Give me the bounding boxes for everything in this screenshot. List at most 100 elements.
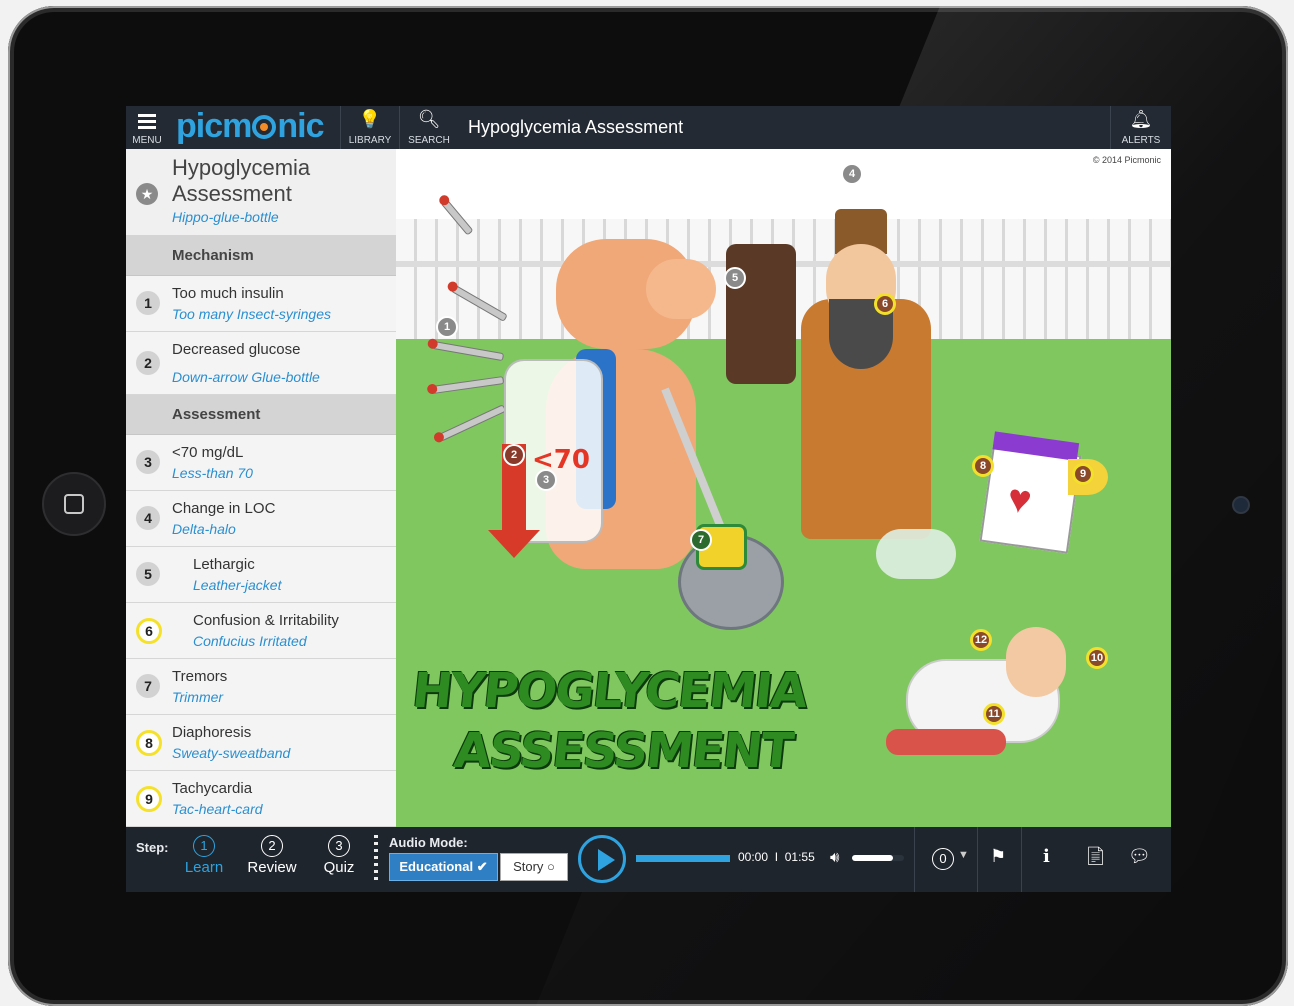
app-screen: MENU picm nic 💡 LIBRARY 🔍︎ SEARCH Hypogly…	[126, 106, 1171, 892]
scene-marker[interactable]: 5	[724, 267, 746, 289]
step-name: Learn	[184, 859, 224, 876]
item-label: Confusion & Irritability	[193, 612, 339, 629]
step-review[interactable]: 2 Review	[244, 835, 300, 876]
item-number: 1	[136, 291, 160, 315]
list-item[interactable]: 1 Too much insulin Too many Insect-syrin…	[126, 276, 396, 332]
scene-marker[interactable]: 9	[1072, 463, 1094, 485]
section-heading-mechanism: Mechanism	[126, 236, 396, 276]
scene-marker[interactable]: 11	[983, 703, 1005, 725]
confucius-illustration	[791, 189, 941, 549]
sidebar-header: ★ Hypoglycemia Assessment Hippo-glue-bot…	[126, 149, 396, 236]
item-label: Lethargic	[193, 556, 255, 573]
item-number: 4	[136, 506, 160, 530]
step-learn[interactable]: 1 Learn	[176, 835, 232, 876]
menu-label: MENU	[132, 135, 162, 146]
search-label: SEARCH	[408, 135, 450, 146]
library-bulb-icon: 💡	[358, 109, 382, 129]
step-number: 2	[261, 835, 283, 857]
sidebar-title: Hypoglycemia Assessment	[172, 155, 311, 206]
educational-mode-label: Educational	[399, 859, 474, 874]
check-circle-icon: ✔︎	[476, 859, 488, 874]
list-item[interactable]: 6 Confusion & Irritability Confucius Irr…	[126, 603, 396, 659]
copyright-text: © 2014 Picmonic	[1092, 155, 1161, 165]
item-mnemonic: Down-arrow Glue-bottle	[172, 369, 320, 385]
alerts-label: ALERTS	[1121, 135, 1161, 146]
step-number: 1	[193, 835, 215, 857]
educational-mode-button[interactable]: Educational ✔︎	[389, 853, 498, 881]
rating-badge[interactable]: 0	[932, 848, 954, 870]
leather-jacket-illustration	[726, 244, 796, 384]
sidebar-subtitle: Hippo-glue-bottle	[172, 209, 279, 225]
list-item[interactable]: 3 <70 mg/dL Less-than 70	[126, 435, 396, 491]
list-item[interactable]: 2 Decreased glucose Down-arrow Glue-bott…	[126, 332, 396, 395]
scene-marker[interactable]: 12	[970, 629, 992, 651]
step-name: Quiz	[323, 859, 355, 876]
story-mode-button[interactable]: Story ○	[500, 853, 568, 881]
item-number: 6	[136, 618, 162, 644]
flag-icon[interactable]: ⚑	[990, 846, 1006, 867]
library-label: LIBRARY	[348, 135, 392, 146]
item-number: 8	[136, 730, 162, 756]
list-item[interactable]: 4 Change in LOC Delta-halo	[126, 491, 396, 547]
search-button[interactable]: 🔍︎ SEARCH	[399, 106, 458, 149]
list-item[interactable]: 8 Diaphoresis Sweaty-sweatband	[126, 715, 396, 771]
scene-marker[interactable]: 3	[535, 469, 557, 491]
scene-marker[interactable]: 2	[503, 444, 525, 466]
item-mnemonic: Trimmer	[172, 689, 224, 705]
item-number: 2	[136, 351, 160, 375]
document-icon[interactable]: 📄︎	[1084, 846, 1107, 867]
story-mode-label: Story	[513, 859, 544, 874]
step-name: Review	[247, 859, 297, 876]
step-quiz[interactable]: 3 Quiz	[311, 835, 367, 876]
play-icon[interactable]	[578, 835, 626, 883]
item-label: Tremors	[172, 668, 228, 685]
step-label: Step:	[136, 840, 169, 855]
home-button[interactable]	[42, 472, 106, 536]
smoke-cloud-illustration	[876, 529, 956, 579]
volume-fill	[852, 855, 893, 861]
favorite-star-icon[interactable]: ★	[136, 183, 158, 205]
bottom-bar: Step: 1 Learn 2 Review 3 Quiz Audio Mode…	[126, 827, 1171, 892]
scene-marker[interactable]: 1	[436, 316, 458, 338]
volume-icon[interactable]: 🔊︎	[830, 849, 839, 866]
time-total: 01:55	[784, 850, 815, 864]
scene-title-art: HYPOGLYCEMIA ASSESSMENT	[400, 661, 813, 781]
page-title: Hypoglycemia Assessment	[468, 117, 684, 137]
scene-title-line2: ASSESSMENT	[451, 723, 795, 779]
item-label: Diaphoresis	[172, 724, 252, 741]
chat-icon[interactable]: 💬︎	[1128, 846, 1151, 867]
scene-marker[interactable]: 10	[1086, 647, 1108, 669]
item-label: Tachycardia	[172, 780, 253, 797]
scene-marker[interactable]: 6	[874, 293, 896, 315]
heart-card-illustration: ♥	[979, 431, 1082, 554]
search-icon: 🔍︎	[417, 109, 441, 129]
radio-circle-icon: ○	[547, 859, 555, 874]
divider	[1021, 827, 1022, 892]
audio-progress-bar[interactable]	[636, 855, 730, 862]
scene-marker[interactable]: 7	[690, 529, 712, 551]
item-label: Decreased glucose	[172, 341, 301, 358]
list-item[interactable]: 7 Tremors Trimmer	[126, 659, 396, 715]
sidebar: ★ Hypoglycemia Assessment Hippo-glue-bot…	[126, 149, 396, 827]
menu-button[interactable]: MENU	[126, 106, 168, 149]
library-button[interactable]: 💡 LIBRARY	[340, 106, 399, 149]
list-item[interactable]: 9 Tachycardia Tac-heart-card	[126, 771, 396, 827]
item-number: 7	[136, 674, 160, 698]
scene-marker[interactable]: 4	[841, 163, 863, 185]
scene-marker[interactable]: 8	[972, 455, 994, 477]
time-separator: I	[774, 850, 779, 864]
volume-slider[interactable]	[852, 855, 904, 861]
info-icon[interactable]: i	[1043, 846, 1050, 867]
list-item[interactable]: 5 Lethargic Leather-jacket	[126, 547, 396, 603]
bell-icon: 🔔︎	[1129, 109, 1153, 129]
item-mnemonic: Sweaty-sweatband	[172, 745, 291, 761]
hamburger-icon	[138, 114, 156, 132]
item-number: 5	[136, 562, 160, 586]
caret-down-icon[interactable]: ▼	[958, 849, 969, 861]
divider	[977, 827, 978, 892]
picmonic-logo[interactable]: picm nic	[176, 107, 324, 146]
alerts-button[interactable]: 🔔︎ ALERTS	[1110, 106, 1171, 149]
item-mnemonic: Tac-heart-card	[172, 801, 263, 817]
item-number: 9	[136, 786, 162, 812]
item-mnemonic: Confucius Irritated	[193, 633, 307, 649]
